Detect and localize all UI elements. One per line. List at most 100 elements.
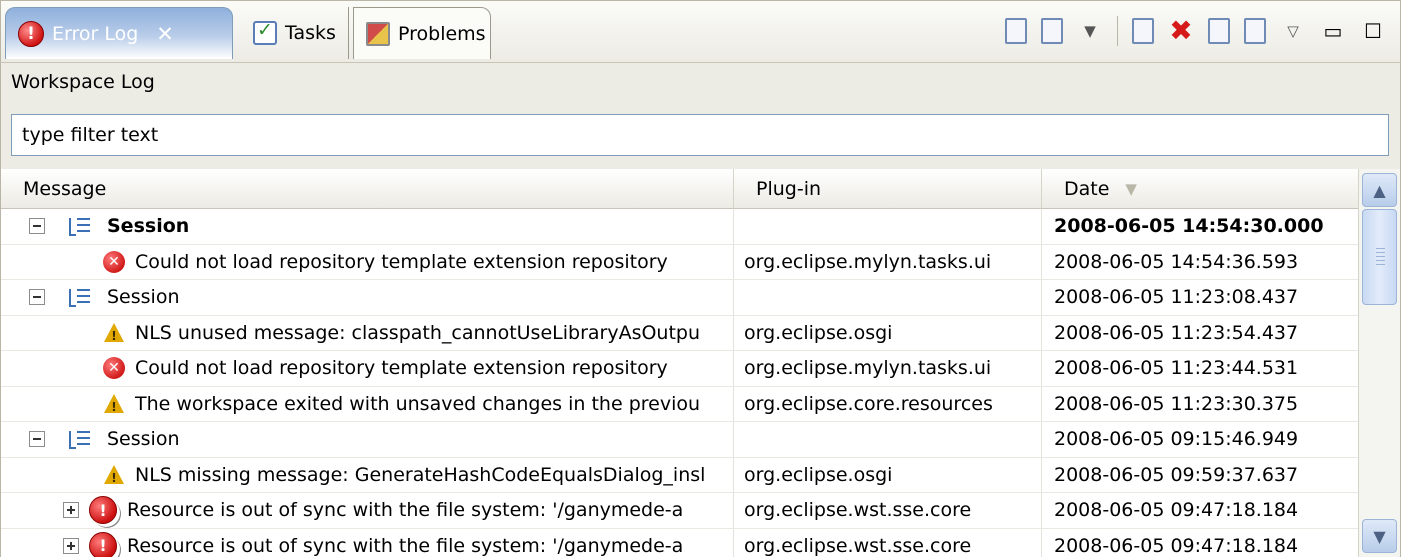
plugin-cell: org.eclipse.mylyn.tasks.ui [734, 351, 1042, 386]
table-row[interactable]: ✕ Could not load repository template ext… [1, 244, 1358, 280]
scroll-down-button[interactable]: ▼ [1362, 519, 1397, 553]
message-cell: ! Resource is out of sync with the file … [1, 493, 734, 528]
error-icon: ! [89, 531, 117, 557]
delete-log-icon[interactable]: ✖ [1168, 17, 1194, 45]
tab-tasks[interactable]: Tasks [241, 7, 349, 59]
close-icon[interactable]: ✕ [156, 22, 174, 46]
chevron-down-icon: ▼ [1373, 526, 1386, 546]
toolbar-separator [1117, 16, 1118, 46]
table-row[interactable]: ! NLS missing message: GenerateHashCodeE… [1, 457, 1358, 493]
problems-icon [366, 21, 390, 46]
expand-icon[interactable] [63, 537, 79, 554]
date-text: 2008-06-05 11:23:08.437 [1054, 286, 1299, 309]
expand-icon[interactable] [63, 502, 79, 519]
date-cell: 2008-06-05 09:59:37.637 [1042, 458, 1358, 493]
warning-icon: ! [103, 393, 125, 415]
warning-icon: ! [103, 464, 125, 486]
message-cell: ! NLS unused message: classpath_cannotUs… [1, 315, 734, 350]
view-menu-icon[interactable]: ▽ [1280, 17, 1306, 45]
plugin-text: org.eclipse.osgi [744, 463, 893, 486]
collapse-icon[interactable] [29, 218, 45, 235]
collapse-icon[interactable] [29, 289, 45, 306]
message-cell: ✕ Could not load repository template ext… [1, 244, 734, 279]
import-log-icon[interactable] [1041, 18, 1063, 44]
error-icon: ✕ [103, 357, 125, 380]
filter-input[interactable] [11, 114, 1389, 156]
date-cell: 2008-06-05 09:47:18.184 [1042, 493, 1358, 528]
message-text: Could not load repository template exten… [135, 357, 668, 380]
error-log-icon: ! [18, 20, 44, 47]
tab-problems[interactable]: Problems [353, 7, 491, 59]
column-header-plugin[interactable]: Plug-in [734, 169, 1042, 209]
date-text: 2008-06-05 09:47:18.184 [1054, 534, 1299, 557]
tab-error-log[interactable]: ! Error Log ✕ [5, 7, 233, 59]
tab-error-log-label: Error Log [52, 22, 139, 45]
table-rows: Session 2008-06-05 14:54:30.000 ✕ Could … [1, 209, 1358, 557]
date-text: 2008-06-05 14:54:36.593 [1054, 250, 1299, 273]
plugin-text: org.eclipse.wst.sse.core [744, 534, 972, 557]
message-cell: ! Resource is out of sync with the file … [1, 528, 734, 557]
log-title: Workspace Log [11, 71, 155, 93]
date-text: 2008-06-05 11:23:54.437 [1054, 321, 1299, 344]
scrollbar-thumb[interactable] [1362, 209, 1397, 305]
message-text: Resource is out of sync with the file sy… [127, 499, 684, 522]
plugin-text: org.eclipse.core.resources [744, 392, 993, 415]
column-header-date[interactable]: Date ▼ [1042, 169, 1358, 209]
date-cell: 2008-06-05 14:54:30.000 [1042, 209, 1358, 244]
vertical-scrollbar[interactable]: ▲ ▼ [1358, 169, 1401, 557]
view-tab-bar: ! Error Log ✕ Tasks Problems ▼ ✖ ▽ ▭ ☐ [0, 0, 1401, 63]
dropdown-arrow-icon[interactable]: ▼ [1077, 17, 1103, 45]
table-row[interactable]: Session 2008-06-05 11:23:08.437 [1, 280, 1358, 316]
column-header-plugin-label: Plug-in [756, 178, 822, 200]
open-log-icon[interactable] [1208, 18, 1230, 44]
table-row[interactable]: Session 2008-06-05 09:15:46.949 [1, 422, 1358, 458]
plugin-cell: org.eclipse.wst.sse.core [734, 528, 1042, 557]
date-text: 2008-06-05 14:54:30.000 [1054, 215, 1324, 238]
message-text: NLS missing message: GenerateHashCodeEqu… [135, 463, 706, 486]
date-text: 2008-06-05 09:15:46.949 [1054, 428, 1299, 451]
table-row[interactable]: ! The workspace exited with unsaved chan… [1, 386, 1358, 422]
chevron-up-icon: ▲ [1373, 180, 1386, 200]
date-cell: 2008-06-05 11:23:08.437 [1042, 280, 1358, 315]
column-header-message-label: Message [23, 178, 107, 200]
date-text: 2008-06-05 09:47:18.184 [1054, 499, 1299, 522]
table-row[interactable]: ✕ Could not load repository template ext… [1, 351, 1358, 387]
session-icon [69, 216, 91, 237]
message-text: Could not load repository template exten… [135, 250, 668, 273]
scroll-up-button[interactable]: ▲ [1362, 173, 1397, 207]
date-text: 2008-06-05 11:23:30.375 [1054, 392, 1299, 415]
view-toolbar: ▼ ✖ ▽ ▭ ☐ [1005, 13, 1386, 49]
message-cell: ! NLS missing message: GenerateHashCodeE… [1, 457, 734, 492]
restore-log-icon[interactable] [1244, 18, 1266, 44]
message-cell: Session [1, 209, 734, 244]
maximize-icon[interactable]: ☐ [1360, 17, 1386, 45]
column-header-message[interactable]: Message [1, 169, 734, 209]
clear-log-icon[interactable] [1132, 18, 1154, 44]
collapse-icon[interactable] [29, 431, 45, 448]
message-cell: Session [1, 280, 734, 315]
log-header: Workspace Log [0, 63, 1401, 104]
minimize-icon[interactable]: ▭ [1320, 17, 1346, 45]
plugin-cell: org.eclipse.wst.sse.core [734, 493, 1042, 528]
plugin-cell [734, 280, 1042, 315]
table-row[interactable]: ! Resource is out of sync with the file … [1, 528, 1358, 557]
date-cell: 2008-06-05 11:23:44.531 [1042, 351, 1358, 386]
plugin-cell: org.eclipse.osgi [734, 457, 1042, 492]
session-icon [69, 287, 91, 308]
message-text: Session [107, 428, 180, 451]
tab-problems-label: Problems [398, 22, 486, 45]
date-cell: 2008-06-05 11:23:30.375 [1042, 387, 1358, 422]
message-text: Session [107, 286, 180, 309]
tasks-icon [253, 19, 277, 45]
table-row[interactable]: ! Resource is out of sync with the file … [1, 493, 1358, 529]
message-text: Session [107, 215, 190, 238]
message-text: The workspace exited with unsaved change… [135, 392, 701, 415]
table-row[interactable]: Session 2008-06-05 14:54:30.000 [1, 209, 1358, 245]
plugin-text: org.eclipse.wst.sse.core [744, 499, 972, 522]
plugin-text: org.eclipse.mylyn.tasks.ui [744, 357, 992, 380]
grip-icon [1376, 248, 1385, 266]
date-text: 2008-06-05 09:59:37.637 [1054, 463, 1299, 486]
table-row[interactable]: ! NLS unused message: classpath_cannotUs… [1, 315, 1358, 351]
message-cell: Session [1, 422, 734, 457]
export-log-icon[interactable] [1005, 18, 1027, 44]
